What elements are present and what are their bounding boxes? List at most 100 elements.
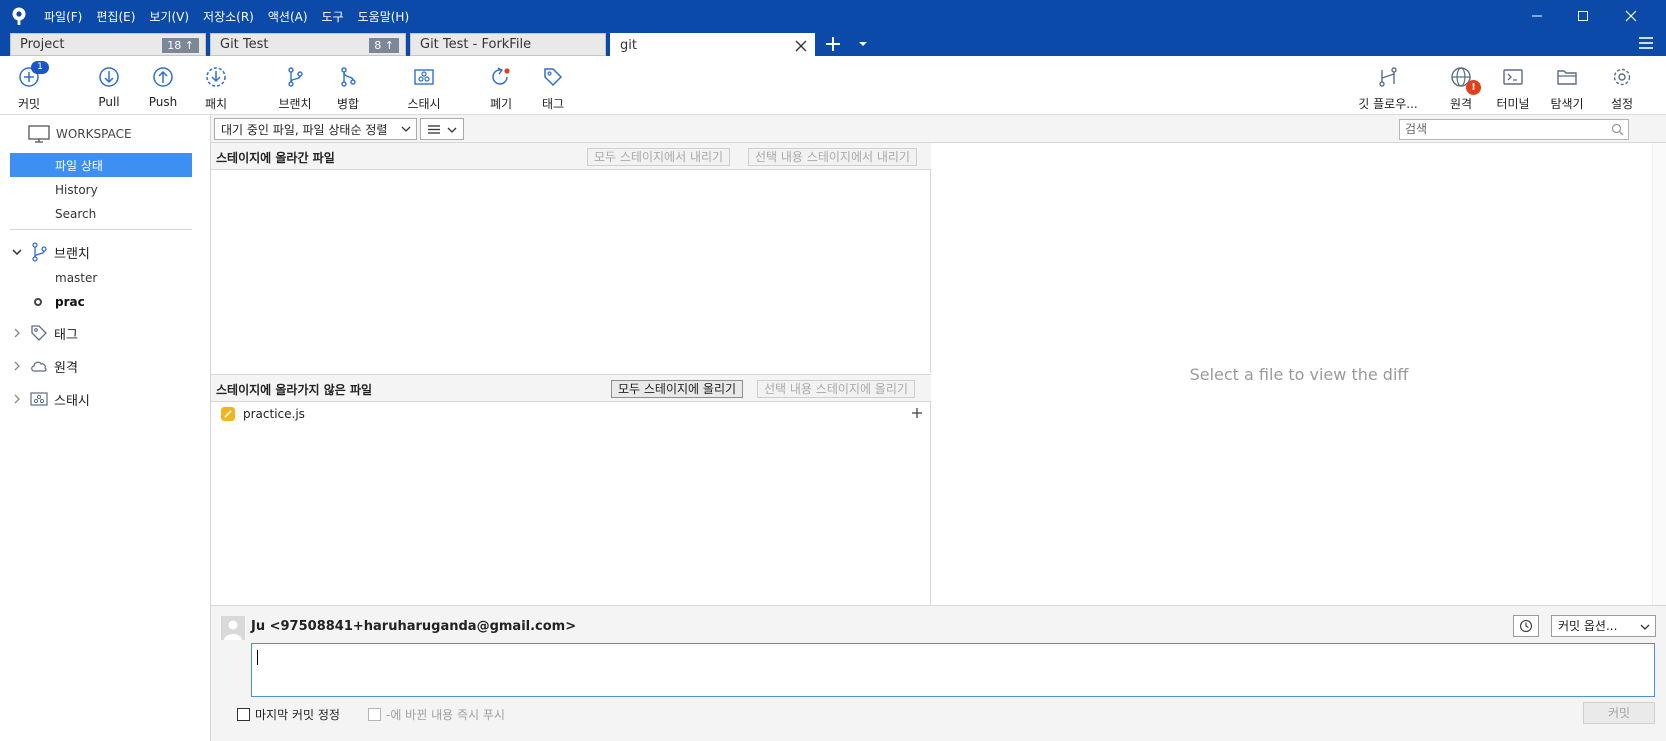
terminal-icon: [1503, 69, 1523, 85]
menu-view[interactable]: 보기(V): [149, 8, 189, 25]
chevron-down-icon: [12, 249, 22, 256]
tab-label: Git Test: [220, 37, 269, 52]
file-row[interactable]: practice.js: [211, 403, 931, 425]
add-tab-icon[interactable]: [823, 34, 843, 54]
list-icon: [428, 125, 440, 134]
search-icon: [1611, 123, 1624, 136]
sidebar-item-history[interactable]: History: [10, 178, 192, 202]
git-flow-button[interactable]: 깃 플로우...: [1356, 63, 1420, 113]
merge-label: 병합: [336, 97, 360, 111]
search-input[interactable]: 검색: [1399, 119, 1629, 140]
menu-help[interactable]: 도움말(H): [358, 8, 410, 25]
tag-icon: [31, 325, 47, 341]
maximize-icon: [1578, 11, 1588, 21]
tab-project[interactable]: Project 18 ↑: [10, 33, 206, 56]
tags-label: 태그: [54, 327, 78, 343]
tab-git-test-forkfile[interactable]: Git Test - ForkFile: [410, 33, 606, 56]
git-flow-icon: [1379, 67, 1397, 87]
commit-submit-button[interactable]: 커밋: [1583, 702, 1655, 724]
tab-git-test[interactable]: Git Test 8 ↑: [210, 33, 406, 56]
commit-history-button[interactable]: [1513, 615, 1539, 637]
maximize-button[interactable]: [1560, 0, 1606, 32]
checkbox-box: [237, 708, 250, 721]
minimize-button[interactable]: [1514, 0, 1560, 32]
close-icon: [1625, 10, 1637, 22]
sidebar-divider: [10, 229, 192, 230]
modified-file-icon: [221, 407, 235, 421]
tab-list-dropdown-icon[interactable]: [857, 38, 869, 50]
unstaged-files-title: 스테이지에 올라가지 않은 파일: [216, 383, 373, 397]
current-branch-indicator: [34, 298, 42, 306]
push-immediately-checkbox[interactable]: -에 바뀐 내용 즉시 푸시: [368, 706, 505, 723]
avatar: [221, 616, 245, 640]
stash-icon: [414, 69, 434, 85]
tab-git[interactable]: git: [610, 33, 815, 57]
unstage-all-button[interactable]: 모두 스테이지에서 내리기: [587, 148, 731, 166]
chevron-right-icon: [14, 361, 20, 371]
menu-tools[interactable]: 도구: [322, 8, 344, 25]
sidebar: WORKSPACE 파일 상태 History Search 브랜치 maste…: [0, 115, 211, 741]
sidebar-group-branches[interactable]: 브랜치: [10, 239, 200, 265]
close-tab-icon[interactable]: [794, 39, 808, 53]
merge-icon: [341, 67, 356, 87]
branch-item-prac[interactable]: prac: [10, 291, 192, 313]
menu-repository[interactable]: 저장소(R): [203, 8, 254, 25]
sidebar-item-search[interactable]: Search: [10, 202, 192, 226]
remote-alert-badge: !: [1466, 80, 1481, 95]
file-filter-bar: 대기 중인 파일, 파일 상태순 정렬 검색: [211, 115, 1666, 143]
amend-commit-label: 마지막 커밋 정정: [255, 708, 340, 722]
menu-edit[interactable]: 편집(E): [96, 8, 135, 25]
commit-count-badge: 1: [31, 61, 49, 74]
stage-all-button[interactable]: 모두 스테이지에 올리기: [611, 380, 744, 398]
checkbox-box: [368, 708, 381, 721]
cloud-icon: [31, 361, 47, 372]
diff-scrollbar[interactable]: [1652, 143, 1666, 605]
view-mode-dropdown[interactable]: [420, 118, 464, 140]
stage-file-plus-icon[interactable]: [911, 407, 923, 419]
stash-button[interactable]: 스태시: [392, 63, 456, 113]
commit-message-input[interactable]: [251, 643, 1655, 697]
merge-button[interactable]: 병합: [316, 63, 380, 113]
folder-icon: [1557, 70, 1577, 85]
workspace-header: WORKSPACE: [28, 123, 132, 145]
sidebar-group-remotes[interactable]: 원격: [10, 353, 200, 379]
commit-options-label: 커밋 옵션...: [1558, 619, 1618, 633]
branch-item-master[interactable]: master: [10, 267, 192, 289]
push-icon: [153, 67, 173, 87]
settings-button[interactable]: 설정: [1590, 63, 1654, 113]
ahead-count-badge: 18 ↑: [162, 38, 199, 53]
staged-files-title: 스테이지에 올라간 파일: [216, 151, 335, 165]
sort-mode-label: 대기 중인 파일, 파일 상태순 정렬: [221, 122, 388, 137]
branch-name: prac: [55, 295, 85, 309]
tab-label: Project: [20, 37, 65, 52]
stash-label: 스태시: [407, 97, 441, 111]
commit-options-dropdown[interactable]: 커밋 옵션...: [1551, 615, 1656, 637]
tag-button[interactable]: 태그: [521, 63, 585, 113]
stashes-label: 스태시: [54, 393, 90, 409]
chevron-right-icon: [14, 394, 20, 404]
sidebar-item-file-status[interactable]: 파일 상태: [10, 153, 192, 177]
patch-button[interactable]: 패치: [184, 63, 248, 113]
hamburger-menu-icon[interactable]: [1637, 35, 1655, 51]
stage-selected-button[interactable]: 선택 내용 스테이지에 올리기: [757, 380, 915, 398]
text-caret: [257, 650, 258, 665]
unstaged-files-header: 스테이지에 올라가지 않은 파일 모두 스테이지에 올리기 선택 내용 스테이지…: [211, 375, 931, 402]
tag-icon: [544, 68, 563, 87]
stash-icon: [30, 392, 48, 406]
menu-file[interactable]: 파일(F): [44, 8, 82, 25]
sort-mode-dropdown[interactable]: 대기 중인 파일, 파일 상태순 정렬: [214, 118, 417, 140]
branches-label: 브랜치: [54, 246, 90, 262]
commit-label: 커밋: [17, 97, 41, 111]
sidebar-group-stashes[interactable]: 스태시: [10, 386, 200, 412]
close-window-button[interactable]: [1608, 0, 1654, 32]
unstage-selected-button[interactable]: 선택 내용 스테이지에서 내리기: [748, 148, 917, 166]
commit-author: Ju <97508841+haruharuganda@gmail.com>: [251, 619, 577, 634]
tab-label: git: [620, 37, 637, 53]
clock-icon: [1519, 619, 1533, 633]
commit-button[interactable]: 1 커밋: [0, 61, 61, 113]
amend-commit-checkbox[interactable]: 마지막 커밋 정정: [237, 706, 340, 723]
monitor-icon: [28, 125, 50, 143]
sidebar-group-tags[interactable]: 태그: [10, 320, 200, 346]
staged-files-pane: 스테이지에 올라간 파일 모두 스테이지에서 내리기 선택 내용 스테이지에서 …: [211, 143, 931, 373]
menu-actions[interactable]: 액션(A): [268, 8, 308, 25]
